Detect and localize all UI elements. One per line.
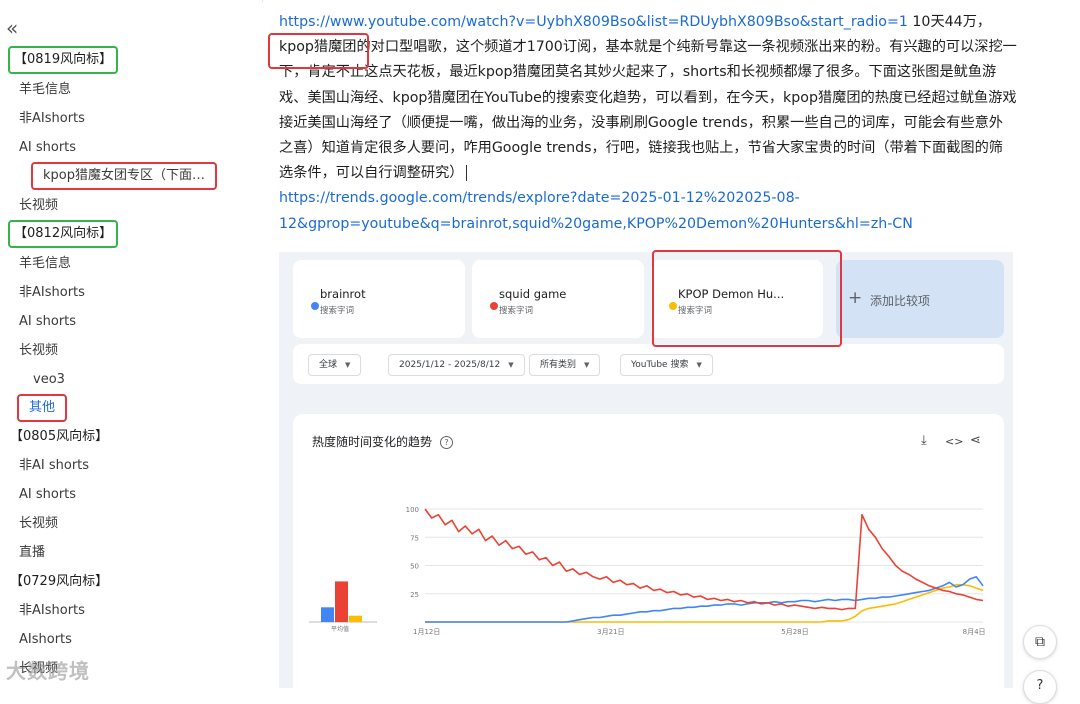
sidebar-item[interactable]: 【0819风向标】	[8, 46, 119, 74]
term-name: brainrot	[320, 287, 366, 301]
x-tick-label: 1月12日	[413, 628, 440, 636]
date-range-dropdown[interactable]: 2025/1/12 - 2025/8/12 ▼	[388, 354, 525, 376]
series-line	[425, 583, 984, 623]
sidebar-item[interactable]: AI shorts	[19, 486, 76, 504]
chip-label: 2025/1/12 - 2025/8/12	[399, 360, 501, 370]
caret-down-icon: ▼	[696, 361, 702, 369]
sidebar-item[interactable]: 羊毛信息	[19, 255, 71, 273]
y-tick-label: 50	[410, 563, 419, 571]
help-circle-icon[interactable]: ?	[1023, 670, 1057, 704]
article-text: 10天44万，kpop猎魔团的对口型唱歌，这个频道才1700订阅，基本就是个纯新…	[279, 14, 1017, 182]
y-tick-label: 75	[410, 534, 419, 542]
category-dropdown[interactable]: 所有类别 ▼	[529, 354, 601, 376]
term-card-squid-game[interactable]: squid game 搜索字词	[472, 260, 644, 338]
chip-label: 全球	[319, 360, 338, 370]
text-cursor	[466, 165, 468, 182]
sidebar-item[interactable]: 【0805风向标】	[10, 428, 108, 446]
trend-chart: 100 75 50 25 1月12日 3月21日 5月28日 8月4日 平均值	[309, 506, 986, 636]
sidebar-item[interactable]: 非AIshorts	[19, 602, 85, 620]
copy-icon[interactable]: ⧉	[1023, 625, 1057, 659]
sidebar-item[interactable]: 长视频	[19, 197, 58, 215]
sidebar-item[interactable]: 【0729风向标】	[10, 573, 108, 591]
add-comparison-label: 添加比较项	[870, 294, 931, 308]
term-name: squid game	[499, 287, 567, 301]
y-tick-label: 100	[406, 506, 419, 514]
filter-bar: 全球 ▼ 2025/1/12 - 2025/8/12 ▼ 所有类别 ▼ YouTube…	[293, 344, 1004, 384]
x-tick-label: 3月21日	[597, 628, 624, 636]
term-type: 搜索字词	[499, 306, 534, 316]
caret-down-icon: ▼	[508, 361, 514, 369]
sidebar-item[interactable]: 非AIshorts	[19, 284, 85, 302]
highlight-box-kpop-term	[652, 250, 842, 347]
term-type: 搜索字词	[320, 306, 355, 316]
sidebar-item[interactable]: AI shorts	[19, 313, 76, 331]
sidebar-item[interactable]: 非AI shorts	[19, 457, 89, 475]
series-line	[424, 508, 984, 611]
trends-link[interactable]: https://trends.google.com/trends/explore…	[279, 190, 913, 231]
highlight-box-kpop	[268, 33, 369, 69]
chip-label: YouTube 搜索	[631, 360, 689, 370]
sidebar-item[interactable]: AI shorts	[19, 139, 76, 157]
caret-down-icon: ▼	[345, 361, 351, 369]
x-tick-label: 5月28日	[781, 628, 808, 636]
sidebar-item[interactable]: kpop猎魔女团专区（下面…	[31, 162, 217, 190]
google-trends-panel: brainrot 搜索字词 squid game 搜索字词 KPOP Demon…	[279, 252, 1013, 688]
watermark: 大数跨境	[6, 659, 90, 683]
interest-over-time-card: 热度随时间变化的趋势? ⤓ <> ⋖ 100 75 50 25 1月12日 3月21日 5月…	[293, 414, 1004, 688]
sidebar-item[interactable]: 直播	[19, 544, 45, 562]
sidebar-item[interactable]: AIshorts	[19, 631, 72, 649]
term-card-brainrot[interactable]: brainrot 搜索字词	[293, 260, 465, 338]
sidebar-item[interactable]: 【0812风向标】	[8, 220, 119, 248]
sidebar-item[interactable]: veo3	[33, 371, 65, 389]
caret-down-icon: ▼	[584, 361, 590, 369]
sidebar-item[interactable]: 长视频	[19, 515, 58, 533]
sidebar-item[interactable]: 非AIshorts	[19, 110, 85, 128]
collapse-sidebar-icon[interactable]: «	[6, 18, 18, 38]
y-tick-label: 25	[410, 591, 419, 599]
average-label: 平均值	[331, 625, 349, 633]
youtube-link[interactable]: https://www.youtube.com/watch?v=UybhX809…	[279, 14, 908, 30]
plus-icon: +	[848, 288, 863, 308]
sidebar: « 【0819风向标】 羊毛信息 非AIshorts AI shorts kpop猎魔女…	[0, 0, 262, 688]
chip-label: 所有类别	[540, 360, 577, 370]
sidebar-item[interactable]: 羊毛信息	[19, 81, 71, 99]
series-dot-icon	[490, 302, 498, 310]
sidebar-item[interactable]: 长视频	[19, 342, 58, 360]
region-dropdown[interactable]: 全球 ▼	[308, 354, 362, 376]
series-line	[425, 576, 984, 623]
series-dot-icon	[311, 302, 319, 310]
average-bar	[349, 615, 362, 622]
average-bar	[335, 581, 348, 622]
sidebar-item[interactable]: 其他	[17, 394, 68, 422]
average-bar	[321, 607, 334, 622]
divider	[262, 0, 263, 2]
article-paragraph: https://www.youtube.com/watch?v=UybhX809…	[279, 10, 1017, 237]
add-comparison-button[interactable]: + 添加比较项	[836, 260, 1004, 338]
search-type-dropdown[interactable]: YouTube 搜索 ▼	[620, 354, 713, 376]
x-tick-label: 8月4日	[963, 628, 986, 636]
